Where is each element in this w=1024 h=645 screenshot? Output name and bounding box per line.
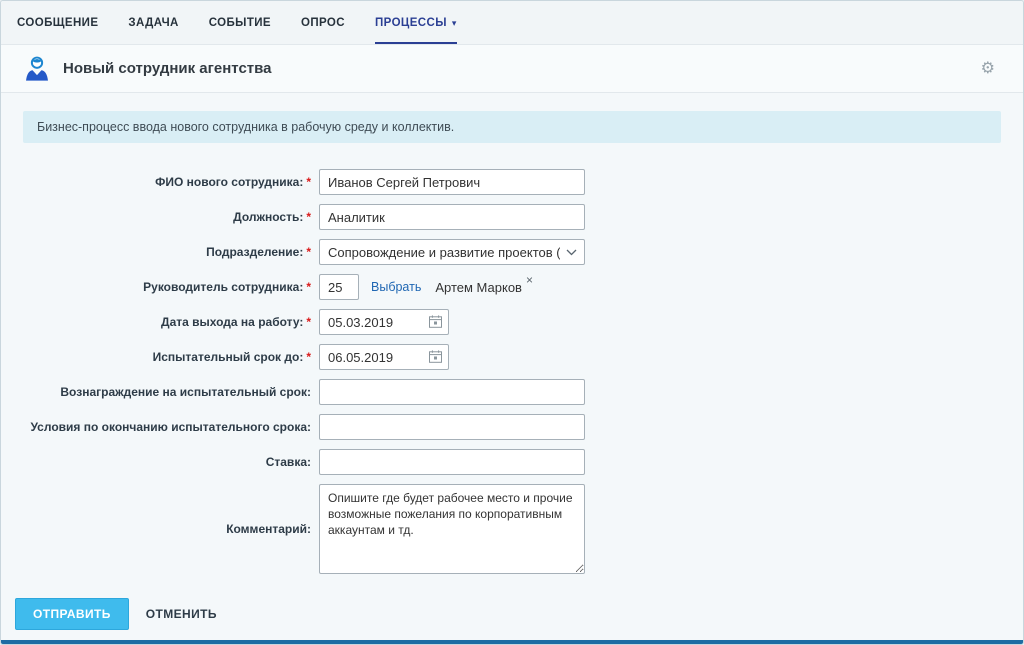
form-row-after-probation: Условия по окончанию испытательного срок… — [15, 414, 1009, 440]
required-marker: * — [306, 280, 311, 294]
rate-input[interactable] — [319, 449, 585, 475]
employee-form: ФИО нового сотрудника:* Должность:* Подр… — [15, 169, 1009, 630]
field-label: Комментарий: — [226, 522, 311, 536]
tab-event[interactable]: СОБЫТИЕ — [209, 1, 271, 44]
process-form-page: СООБЩЕНИЕ ЗАДАЧА СОБЫТИЕ ОПРОС ПРОЦЕССЫ … — [0, 0, 1024, 645]
position-input[interactable] — [319, 204, 585, 230]
field-label: Вознаграждение на испытательный срок: — [60, 385, 311, 399]
content-area: Бизнес-процесс ввода нового сотрудника в… — [1, 93, 1023, 630]
department-select[interactable]: Сопровождение и развитие проектов (DEV) — [319, 239, 585, 265]
field-label: Должность: — [233, 210, 303, 224]
form-row-fio: ФИО нового сотрудника:* — [15, 169, 1009, 195]
tab-task[interactable]: ЗАДАЧА — [128, 1, 178, 44]
field-label: ФИО нового сотрудника: — [155, 175, 303, 189]
form-row-position: Должность:* — [15, 204, 1009, 230]
field-label: Дата выхода на работу: — [161, 315, 303, 329]
tab-message[interactable]: СООБЩЕНИЕ — [17, 1, 98, 44]
probation-reward-input[interactable] — [319, 379, 585, 405]
required-marker: * — [306, 210, 311, 224]
submit-button[interactable]: ОТПРАВИТЬ — [15, 598, 129, 630]
close-icon[interactable]: × — [526, 273, 533, 287]
choose-manager-link[interactable]: Выбрать — [371, 280, 421, 294]
info-banner: Бизнес-процесс ввода нового сотрудника в… — [23, 111, 1001, 143]
form-row-manager: Руководитель сотрудника:* Выбрать Артем … — [15, 274, 1009, 300]
form-row-probation-until: Испытательный срок до:* — [15, 344, 1009, 370]
manager-id-input[interactable] — [319, 274, 359, 300]
form-row-start-date: Дата выхода на работу:* — [15, 309, 1009, 335]
required-marker: * — [306, 315, 311, 329]
page-title: Новый сотрудник агентства — [63, 60, 272, 77]
field-label: Руководитель сотрудника: — [143, 280, 303, 294]
tab-bar: СООБЩЕНИЕ ЗАДАЧА СОБЫТИЕ ОПРОС ПРОЦЕССЫ … — [1, 1, 1023, 45]
form-row-comment: Комментарий: Опишите где будет рабочее м… — [15, 484, 1009, 574]
chevron-down-icon: ▾ — [452, 18, 457, 29]
page-header: Новый сотрудник агентства ⚙ — [1, 45, 1023, 93]
field-label: Подразделение: — [206, 245, 303, 259]
selected-manager-name: Артем Марков — [435, 280, 522, 295]
employee-icon — [23, 56, 51, 82]
calendar-icon[interactable] — [429, 315, 442, 328]
form-row-probation-reward: Вознаграждение на испытательный срок: — [15, 379, 1009, 405]
required-marker: * — [306, 350, 311, 364]
comment-textarea[interactable]: Опишите где будет рабочее место и прочие… — [319, 484, 585, 574]
field-label: Ставка: — [266, 455, 311, 469]
after-probation-input[interactable] — [319, 414, 585, 440]
tab-processes[interactable]: ПРОЦЕССЫ ▾ — [375, 1, 457, 44]
form-actions: ОТПРАВИТЬ ОТМЕНИТЬ — [15, 598, 1009, 630]
field-label: Испытательный срок до: — [153, 350, 304, 364]
form-row-rate: Ставка: — [15, 449, 1009, 475]
gear-icon[interactable]: ⚙ — [981, 61, 995, 77]
cancel-button[interactable]: ОТМЕНИТЬ — [146, 607, 217, 621]
required-marker: * — [306, 175, 311, 189]
bottom-accent-bar — [1, 640, 1023, 644]
calendar-icon[interactable] — [429, 350, 442, 363]
tab-poll[interactable]: ОПРОС — [301, 1, 345, 44]
field-label: Условия по окончанию испытательного срок… — [30, 420, 311, 434]
form-row-department: Подразделение:* Сопровождение и развитие… — [15, 239, 1009, 265]
fio-input[interactable] — [319, 169, 585, 195]
required-marker: * — [306, 245, 311, 259]
